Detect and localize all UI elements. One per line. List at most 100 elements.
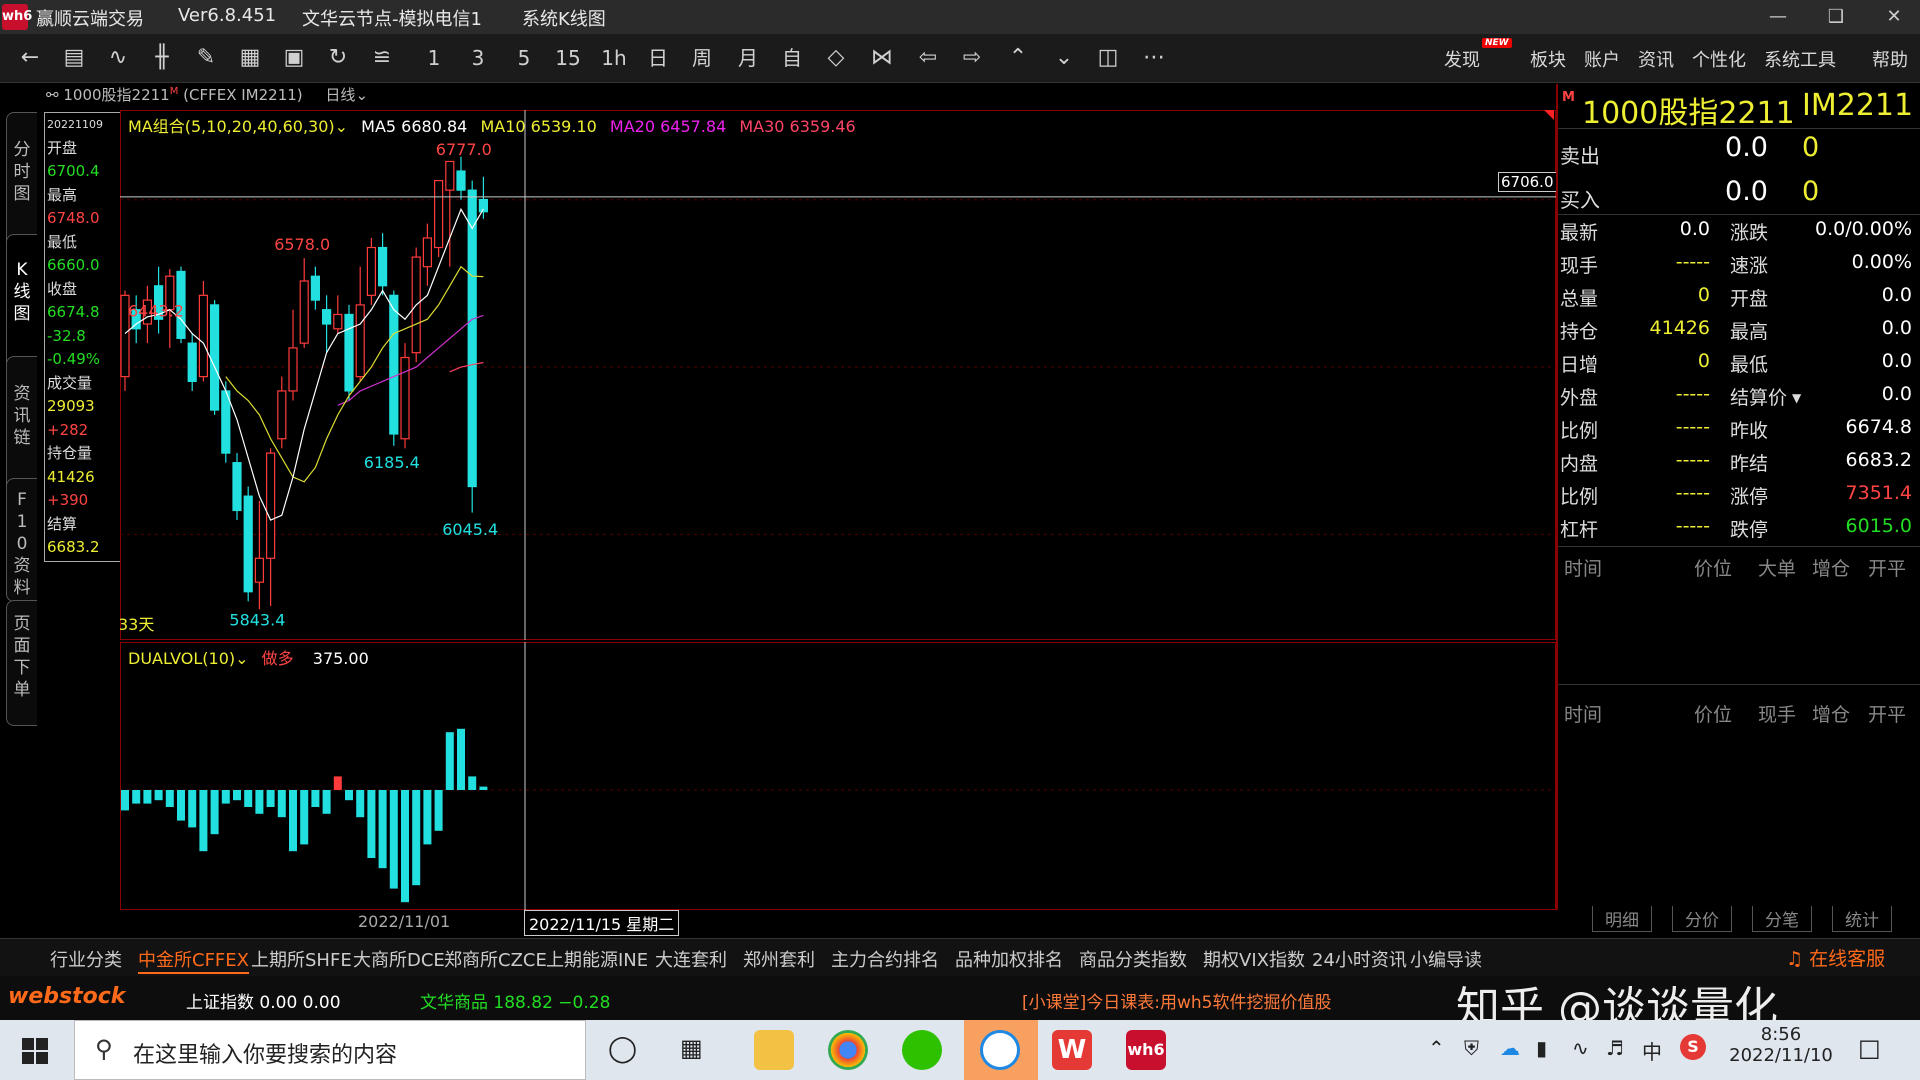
tab-ticks[interactable]: 分笔	[1752, 906, 1812, 932]
wechat-icon[interactable]	[902, 1030, 942, 1070]
arrow-left-icon[interactable]: ⇦	[912, 44, 944, 72]
category-item[interactable]: 主力合约排名	[831, 946, 939, 972]
online-service-button[interactable]: ♫ 在线客服	[1786, 944, 1885, 971]
category-item[interactable]: 上期所SHFE	[251, 946, 352, 972]
category-item[interactable]: 小编导读	[1410, 946, 1482, 972]
taskbar-search[interactable]: ⚲ 在这里输入你要搜索的内容	[74, 1020, 586, 1080]
period-15m-button[interactable]: 15	[552, 44, 584, 72]
ma20-value: MA20 6457.84	[609, 117, 727, 136]
period-day-button[interactable]: 日	[642, 44, 674, 72]
ime-indicator[interactable]: 中	[1642, 1036, 1662, 1065]
tab-news-chain[interactable]: 资讯链	[6, 356, 37, 496]
period-3m-button[interactable]: 3	[462, 44, 494, 72]
vol-value: 375.00	[312, 649, 369, 668]
tab-stats[interactable]: 统计	[1832, 906, 1892, 932]
chevron-up-icon[interactable]: ⌃	[1002, 44, 1034, 72]
shield-icon[interactable]: ⛨	[1464, 1036, 1479, 1060]
grid-icon[interactable]: ◫	[1092, 44, 1124, 72]
candle-body	[209, 304, 220, 411]
wifi-icon[interactable]: ∿	[1572, 1036, 1589, 1060]
menu-sectors[interactable]: 板块	[1530, 46, 1566, 72]
minimize-icon[interactable]: —	[1752, 2, 1804, 32]
compress-icon[interactable]: ⋈	[866, 44, 898, 72]
period-week-button[interactable]: 周	[686, 44, 718, 72]
category-item[interactable]: 期权VIX指数	[1203, 946, 1305, 972]
list-icon[interactable]: ▤	[58, 44, 90, 72]
kline-chart[interactable]: 6777.0 6578.0 6443.2 6185.4 6045.4 5843.4 33天	[120, 110, 1556, 640]
vol-bar	[468, 776, 477, 790]
quote-value: 0.0	[1881, 317, 1912, 339]
vol-bar	[445, 732, 454, 790]
category-item[interactable]: 大连套利	[655, 946, 727, 972]
refresh-icon[interactable]: ↻	[322, 44, 354, 72]
volume-icon[interactable]: ♬	[1606, 1036, 1624, 1060]
more-icon[interactable]: ⋯	[1138, 44, 1170, 72]
chevron-down-icon[interactable]: ▼	[1792, 391, 1801, 405]
tab-order[interactable]: 页面下单	[6, 600, 37, 726]
chat-app-icon[interactable]	[980, 1030, 1020, 1070]
tab-f10[interactable]: F10资料	[6, 478, 37, 602]
vol-bar	[345, 790, 353, 801]
draw-icon[interactable]: ✎	[190, 44, 222, 72]
file-explorer-icon[interactable]	[754, 1030, 794, 1070]
vol-indicator-select[interactable]: DUALVOL(10)⌄	[128, 649, 249, 668]
period-1h-button[interactable]: 1h	[598, 44, 630, 72]
wh6-taskbar-icon[interactable]: wh6	[1126, 1030, 1166, 1070]
period-month-button[interactable]: 月	[732, 44, 764, 72]
commodity-index[interactable]: 文华商品 188.82 −0.28	[420, 988, 610, 1013]
category-item[interactable]: 中金所CFFEX	[138, 946, 249, 974]
menu-news[interactable]: 资讯	[1638, 46, 1674, 72]
arrow-right-icon[interactable]: ⇨	[956, 44, 988, 72]
period-select[interactable]: 日线⌄	[325, 86, 368, 104]
cortana-icon[interactable]: ◯	[608, 1034, 637, 1064]
sogou-ime-icon[interactable]: S	[1680, 1034, 1706, 1060]
indicator-icon[interactable]: ≌	[366, 44, 398, 72]
category-item[interactable]: 行业分类	[50, 946, 122, 972]
category-item[interactable]: 24小时资讯	[1312, 946, 1407, 972]
category-item[interactable]: 商品分类指数	[1079, 946, 1187, 972]
tab-detail[interactable]: 明细	[1592, 906, 1652, 932]
tab-timeshare[interactable]: 分时图	[6, 112, 37, 252]
dualvol-chart[interactable]	[120, 642, 1556, 910]
app-version: Ver6.8.451	[178, 5, 277, 26]
task-view-icon[interactable]: ▦	[680, 1034, 703, 1062]
vol-frame	[120, 642, 1556, 910]
close-icon[interactable]: ✕	[1868, 2, 1920, 32]
category-item[interactable]: 大商所DCE	[353, 946, 445, 972]
timeshare-icon[interactable]: ∿	[102, 44, 134, 72]
category-item[interactable]: 品种加权排名	[955, 946, 1063, 972]
ad-ticker[interactable]: [小课堂]今日课表:用wh5软件挖掘价值股	[1022, 988, 1332, 1013]
category-item[interactable]: 上期能源INE	[546, 946, 648, 972]
kline-icon[interactable]: ╫	[146, 44, 178, 72]
save-icon[interactable]: ▣	[278, 44, 310, 72]
tab-price-dist[interactable]: 分价	[1672, 906, 1732, 932]
tab-kline[interactable]: K线图	[6, 234, 37, 372]
battery-icon[interactable]: ▮	[1536, 1036, 1547, 1060]
period-5m-button[interactable]: 5	[508, 44, 540, 72]
menu-personalize[interactable]: 个性化	[1692, 46, 1746, 72]
chevron-down-icon[interactable]: ⌄	[1048, 44, 1080, 72]
maximize-icon[interactable]: ❑	[1810, 2, 1862, 32]
category-item[interactable]: 郑商所CZCE	[444, 946, 547, 972]
link-icon[interactable]: ⚯	[46, 86, 59, 104]
period-1m-button[interactable]: 1	[418, 44, 450, 72]
menu-account[interactable]: 账户	[1584, 46, 1620, 72]
tray-chevron-up-icon[interactable]: ⌃	[1428, 1036, 1445, 1060]
layout-icon[interactable]: ▦	[234, 44, 266, 72]
notification-icon[interactable]: □	[1858, 1034, 1881, 1062]
expand-icon[interactable]: ◇	[820, 44, 852, 72]
chrome-icon[interactable]	[828, 1030, 868, 1070]
menu-system-tools[interactable]: 系统工具	[1764, 46, 1836, 72]
clock[interactable]: 8:56 2022/11/10	[1726, 1024, 1836, 1066]
menu-help[interactable]: 帮助	[1872, 46, 1908, 72]
period-custom-button[interactable]: 自	[776, 44, 808, 72]
category-item[interactable]: 郑州套利	[743, 946, 815, 972]
ma-combo-select[interactable]: MA组合(5,10,20,40,60,30)⌄	[128, 117, 348, 136]
windows-start-icon[interactable]	[22, 1038, 48, 1064]
back-icon[interactable]: ←	[14, 44, 46, 72]
wps-icon[interactable]: W	[1052, 1030, 1092, 1070]
sh-index[interactable]: 上证指数 0.00 0.00	[186, 988, 341, 1013]
cloud-icon[interactable]: ☁	[1500, 1036, 1520, 1060]
toolbar: ← ▤ ∿ ╫ ✎ ▦ ▣ ↻ ≌ 1 3 5 15 1h 日 周 月 自 ◇ …	[0, 34, 1920, 83]
menu-discover[interactable]: 发现	[1444, 46, 1480, 72]
